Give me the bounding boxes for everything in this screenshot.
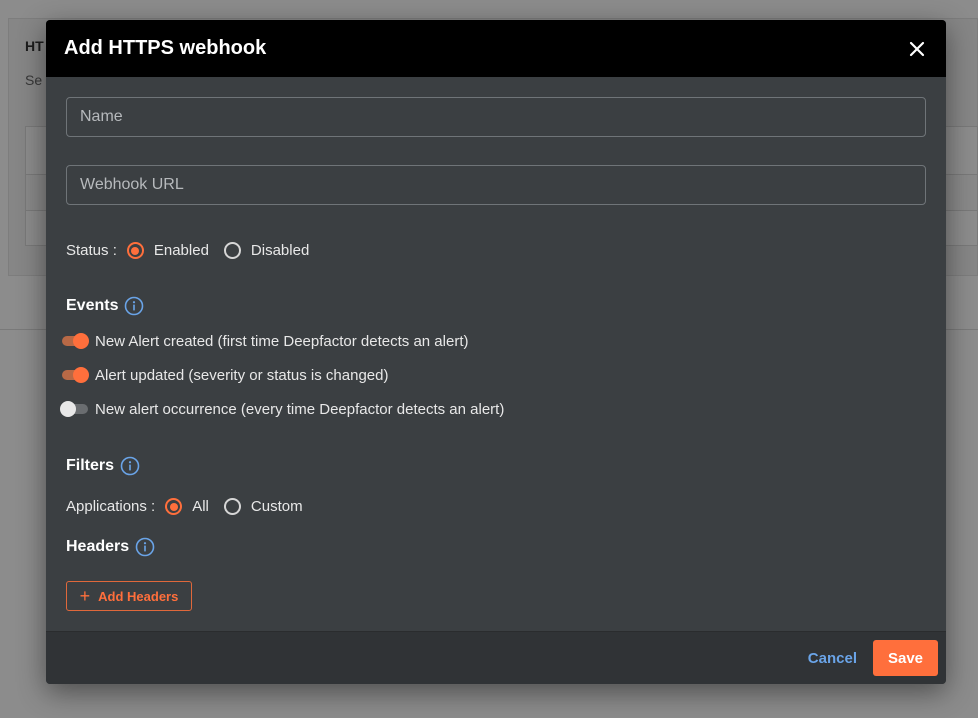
event-new-alert-toggle[interactable] <box>60 332 89 350</box>
radio-checked-icon <box>126 242 144 259</box>
name-input[interactable] <box>66 97 926 137</box>
status-disabled-label: Disabled <box>250 242 310 259</box>
modal-header: Add HTTPS webhook <box>46 20 946 77</box>
status-disabled-radio[interactable]: Disabled <box>223 242 310 259</box>
toggle-thumb <box>73 333 89 349</box>
modal-body: Status : Enabled Disabled Events <box>46 77 946 631</box>
add-headers-button[interactable]: + Add Headers <box>66 581 192 611</box>
headers-title: Headers <box>66 538 130 555</box>
headers-section-title: Headers <box>66 537 155 557</box>
plus-icon: + <box>79 586 91 606</box>
cancel-button[interactable]: Cancel <box>808 650 857 667</box>
filters-title: Filters <box>66 457 115 474</box>
applications-custom-label: Custom <box>250 498 303 515</box>
status-enabled-label: Enabled <box>153 242 209 259</box>
close-button[interactable] <box>906 38 928 60</box>
applications-row: Applications : All Custom <box>66 498 318 515</box>
filters-section-title: Filters <box>66 456 140 476</box>
event-new-alert-label: New Alert created (first time Deepfactor… <box>95 332 469 350</box>
add-headers-label: Add Headers <box>98 588 179 604</box>
events-section-title: Events <box>66 296 144 316</box>
radio-checked-icon <box>165 498 183 515</box>
modal-footer: Cancel Save <box>46 631 946 684</box>
event-toggle-row: New alert occurrence (every time Deepfac… <box>60 400 504 418</box>
applications-all-label: All <box>192 498 209 515</box>
event-alert-updated-label: Alert updated (severity or status is cha… <box>95 366 389 384</box>
radio-unchecked-icon <box>223 242 241 259</box>
save-button[interactable]: Save <box>873 640 938 676</box>
event-toggle-row: New Alert created (first time Deepfactor… <box>60 332 468 350</box>
close-icon <box>909 41 925 56</box>
applications-label: Applications : <box>66 498 156 515</box>
modal-title: Add HTTPS webhook <box>64 37 267 59</box>
event-alert-updated-toggle[interactable] <box>60 366 89 384</box>
radio-unchecked-icon <box>223 498 241 515</box>
applications-all-radio[interactable]: All <box>165 498 209 515</box>
event-new-occurrence-toggle[interactable] <box>60 400 89 418</box>
toggle-thumb <box>60 401 76 417</box>
events-title: Events <box>66 297 119 314</box>
webhook-url-input[interactable] <box>66 165 926 205</box>
info-icon[interactable] <box>135 537 155 557</box>
status-label: Status : <box>66 242 117 259</box>
event-new-occurrence-label: New alert occurrence (every time Deepfac… <box>95 400 505 418</box>
event-toggle-row: Alert updated (severity or status is cha… <box>60 366 388 384</box>
toggle-thumb <box>73 367 89 383</box>
status-enabled-radio[interactable]: Enabled <box>126 242 209 259</box>
status-row: Status : Enabled Disabled <box>66 242 324 259</box>
info-icon[interactable] <box>120 456 140 476</box>
applications-custom-radio[interactable]: Custom <box>223 498 303 515</box>
info-icon[interactable] <box>124 296 144 316</box>
